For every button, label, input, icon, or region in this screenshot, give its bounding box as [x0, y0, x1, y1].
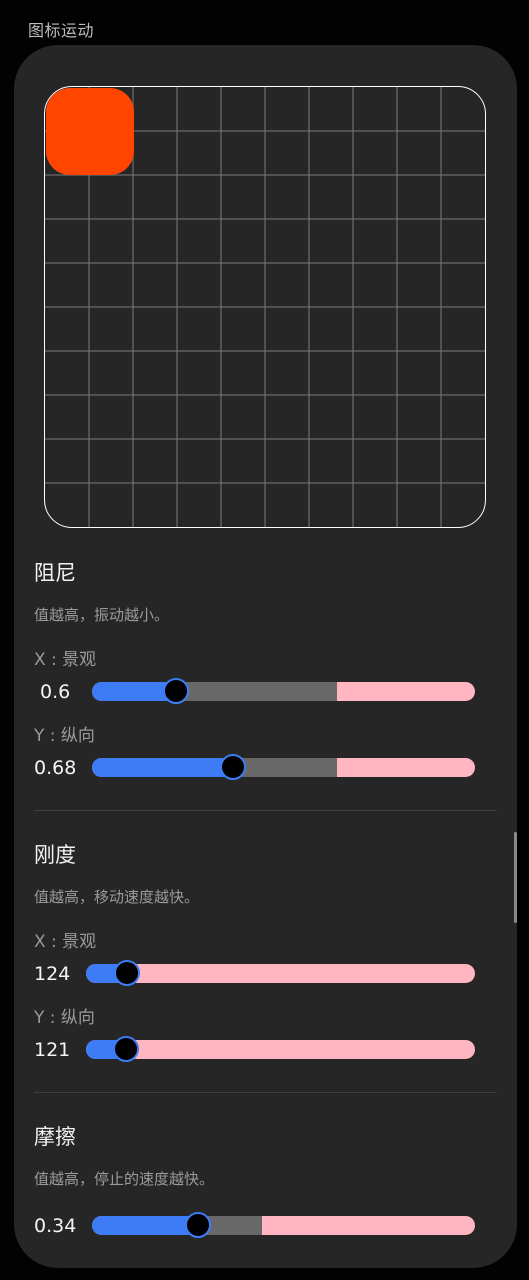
damping-description: 值越高，振动越小。 [34, 606, 170, 624]
slider-thumb[interactable] [163, 678, 189, 704]
stiffness-y-slider[interactable] [86, 1036, 475, 1062]
friction-title: 摩擦 [34, 1125, 76, 1149]
damping-x-label: X : 景观 [34, 650, 97, 670]
stiffness-x-value: 124 [34, 963, 71, 985]
slider-track [86, 1040, 475, 1059]
slider-thumb[interactable] [113, 1036, 139, 1062]
stiffness-x-slider[interactable] [86, 960, 475, 986]
damping-x-slider[interactable] [92, 678, 475, 704]
section-divider [34, 810, 497, 811]
slider-fill [92, 1216, 198, 1235]
damping-y-value: 0.68 [34, 757, 77, 779]
damping-y-label: Y : 纵向 [34, 726, 95, 746]
stiffness-x-label: X : 景观 [34, 932, 97, 952]
motion-preview-grid [44, 86, 486, 528]
stiffness-y-value: 121 [34, 1039, 71, 1061]
slider-thumb[interactable] [114, 960, 140, 986]
damping-y-slider[interactable] [92, 754, 475, 780]
settings-card: 阻尼 值越高，振动越小。 X : 景观 0.6 Y : 纵向 0.68 刚度 值… [14, 45, 517, 1268]
page-title: 图标运动 [28, 21, 95, 40]
damping-x-value: 0.6 [40, 681, 71, 703]
section-divider [34, 1092, 497, 1093]
friction-value: 0.34 [34, 1215, 77, 1237]
slider-thumb[interactable] [185, 1212, 211, 1238]
damping-title: 阻尼 [34, 561, 76, 585]
slider-fill [92, 758, 233, 777]
stiffness-title: 刚度 [34, 843, 76, 867]
scrollbar[interactable] [514, 832, 517, 923]
slider-thumb[interactable] [220, 754, 246, 780]
stiffness-description: 值越高，移动速度越快。 [34, 888, 200, 906]
slider-track [86, 964, 475, 983]
motion-app-icon[interactable] [46, 88, 134, 175]
stiffness-y-label: Y : 纵向 [34, 1008, 95, 1028]
friction-description: 值越高，停止的速度越快。 [34, 1170, 215, 1188]
friction-slider[interactable] [92, 1212, 475, 1238]
